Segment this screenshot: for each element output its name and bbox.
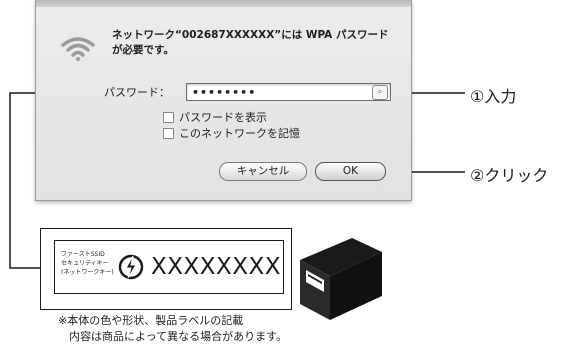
security-key-code: XXXXXXXX [151, 254, 282, 280]
label-ssid-text: ファーストSSID [61, 251, 105, 258]
show-password-checkbox[interactable]: パスワードを表示 [163, 109, 267, 125]
disclaimer-note: ※本体の色や形状、製品ラベルの記載 内容は商品によって異なる場合があります。 [58, 313, 287, 345]
cancel-button[interactable]: キャンセル [219, 162, 307, 181]
show-password-label: パスワードを表示 [179, 111, 267, 124]
wireless-brand-icon [118, 254, 144, 280]
password-label: パスワード： [104, 86, 170, 99]
label-field-names: ファーストSSID セキュリティキー (ネットワークキー) [61, 250, 114, 277]
note-line1: ※本体の色や形状、製品ラベルの記載 [58, 314, 244, 327]
checkbox-icon [163, 111, 174, 123]
label-network-key-text: (ネットワークキー) [61, 269, 114, 276]
remember-network-label: このネットワークを記憶 [179, 127, 300, 140]
checkbox-icon [163, 127, 174, 139]
label-security-key-text: セキュリティキー [61, 260, 109, 267]
remember-network-checkbox[interactable]: このネットワークを記憶 [163, 125, 300, 141]
password-input[interactable]: •••••••• [186, 83, 391, 101]
router-icon [300, 238, 382, 320]
dialog-message-line2: が必要です。 [112, 44, 174, 56]
wifi-password-dialog: ネットワーク“002687XXXXXX”には WPA パスワード が必要です。 … [35, 0, 412, 201]
dialog-message: ネットワーク“002687XXXXXX”には WPA パスワード が必要です。 [112, 28, 402, 58]
wifi-icon [61, 37, 95, 61]
ok-button[interactable]: OK [315, 162, 386, 181]
password-key-icon[interactable]: ⌕ [372, 85, 388, 100]
step1-callout: ①入力 [470, 87, 517, 106]
dialog-message-line1: ネットワーク“002687XXXXXX”には WPA パスワード [112, 29, 389, 41]
note-line2: 内容は商品によって異なる場合があります。 [69, 330, 288, 343]
dialog-title-bar [36, 0, 411, 7]
step2-callout: ②クリック [470, 166, 549, 185]
